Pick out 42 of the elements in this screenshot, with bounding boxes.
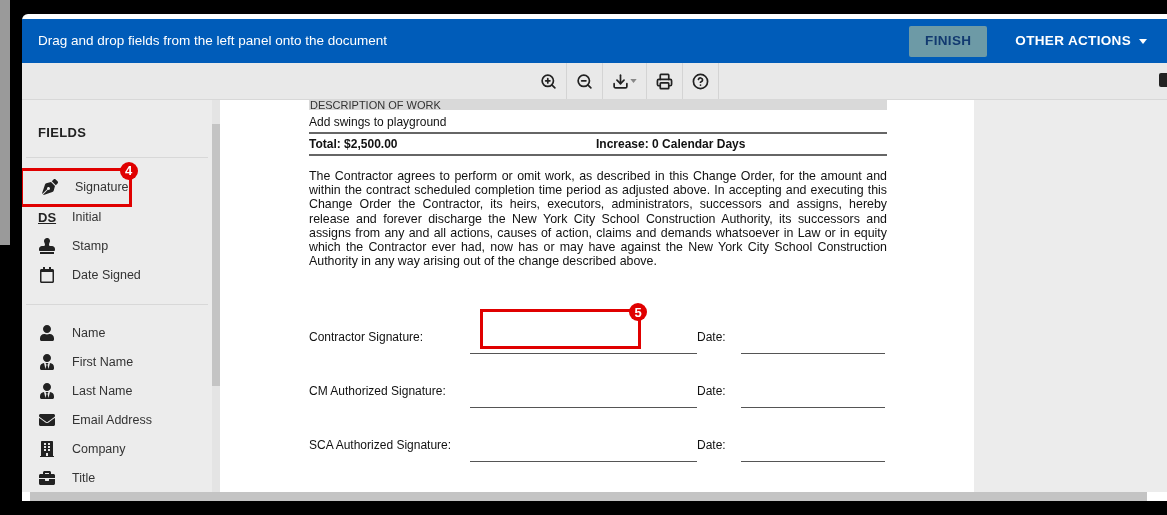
stamp-icon	[39, 238, 55, 254]
signature-label: SCA Authorized Signature:	[309, 437, 453, 455]
work-description: Add swings to playground	[309, 113, 887, 134]
signature-label: CM Authorized Signature:	[309, 383, 447, 401]
date-label: Date:	[697, 383, 727, 401]
total-amount: Total: $2,500.00	[309, 136, 399, 153]
caret-icon	[629, 79, 637, 83]
section-heading: DESCRIPTION OF WORK	[309, 100, 887, 110]
initial-icon: DS	[38, 210, 56, 224]
annotation-badge: 4	[119, 161, 138, 180]
other-actions-button[interactable]: OTHER ACTIONS	[1015, 30, 1147, 52]
field-item[interactable]: Title	[22, 463, 212, 493]
time-increase: Increase: 0 Calendar Days	[596, 136, 746, 153]
building-icon	[39, 441, 55, 457]
zoom-out-icon	[575, 72, 593, 90]
release-paragraph: The Contractor agrees to perform or omit work, as described in this Change Order, for the amount and within the contract scheduled completion time period as adjusted above. In accepting and executing this Change Order the Contractor, its heirs, executors, administrators, successors and assigns, hereby release and forever discharge the New York City School Construction Authority, its successors and assigns from any and all actions, causes of action, claims and demands whatsoever in Law or in equity which the Contractor ever had, now has or may have against the New York City School Construction Authority in any way arising out of the change described above.	[309, 169, 887, 269]
field-item[interactable]: Name	[22, 318, 212, 348]
print-icon	[655, 72, 673, 90]
person-icon	[39, 325, 55, 341]
calendar-icon	[39, 267, 55, 283]
caret-icon	[1139, 38, 1147, 44]
field-item[interactable]: Last Name	[22, 376, 212, 406]
help-icon	[691, 72, 709, 90]
person-icon	[39, 354, 55, 370]
date-label: Date:	[697, 437, 727, 455]
annotation-badge: 5	[629, 303, 647, 322]
panel-title: FIELDS	[37, 124, 88, 142]
field-item[interactable]: Email Address	[22, 405, 212, 435]
envelope-icon	[39, 412, 55, 428]
pen-icon	[42, 179, 58, 195]
field-item[interactable]: Company	[22, 434, 212, 464]
header-message: Drag and drop fields from the left panel onto the document	[38, 31, 387, 50]
field-item[interactable]: First Name	[22, 347, 212, 377]
download-icon	[611, 72, 629, 90]
briefcase-icon	[39, 470, 55, 486]
field-item[interactable]: DS Initial	[22, 202, 212, 232]
date-label: Date:	[697, 329, 727, 347]
signature-label: Contractor Signature:	[309, 329, 425, 347]
field-item[interactable]: Stamp	[22, 231, 212, 261]
field-item[interactable]: Date Signed	[22, 260, 212, 290]
person-icon	[39, 383, 55, 399]
zoom-in-icon	[539, 72, 557, 90]
